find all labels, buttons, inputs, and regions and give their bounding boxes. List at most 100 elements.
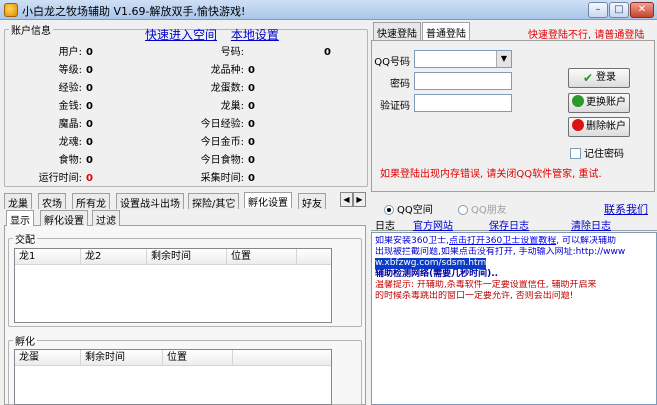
clear-log-link[interactable]: 清除日志 — [571, 217, 611, 232]
login-button-label: 登录 — [596, 72, 616, 83]
stat-label: 等级: — [58, 65, 82, 76]
mating-legend: 交配 — [15, 235, 35, 246]
tab-battle-setup[interactable]: 设置战斗出场 — [116, 193, 184, 210]
delete-account-button[interactable]: 删除帐户 — [568, 117, 630, 137]
stat-label: 龙魂: — [58, 137, 82, 148]
hatching-list-header: 龙蛋 剩余时间 位置 — [15, 350, 331, 366]
stat-label: 食物: — [58, 155, 82, 166]
radio-qzone[interactable]: QQ空间 — [384, 201, 433, 216]
tab-normal-login[interactable]: 普通登陆 — [422, 22, 470, 41]
subtab-display[interactable]: 显示 — [6, 210, 34, 227]
stat-row: 食物: 0 — [20, 151, 93, 166]
stat-row: 采集时间: 0 — [190, 169, 255, 184]
tab-quick-login[interactable]: 快速登陆 — [373, 22, 421, 40]
tab-dragon-nest[interactable]: 龙巢 — [4, 193, 32, 210]
password-label: 密码 — [390, 79, 410, 90]
stat-label: 今日经验: — [200, 119, 244, 130]
login-button[interactable]: ✔ 登录 — [568, 68, 630, 88]
save-log-link[interactable]: 保存日志 — [489, 217, 529, 232]
contact-us-link[interactable]: 联系我们 — [604, 201, 648, 217]
stat-value: 0 — [248, 173, 255, 184]
captcha-label: 验证码 — [380, 101, 410, 112]
stat-row: 今日经验: 0 — [190, 115, 255, 130]
quick-enter-space-link[interactable]: 快速进入空间 — [145, 28, 217, 42]
hatching-legend: 孵化 — [15, 337, 35, 348]
stat-label: 龙品种: — [210, 65, 244, 76]
stat-value: 0 — [248, 119, 255, 130]
log-tabs: 日志 官方网站 保存日志 清除日志 — [371, 217, 657, 232]
no-entry-icon — [572, 119, 584, 131]
radio-dot[interactable] — [384, 205, 394, 215]
stat-label: 金钱: — [58, 101, 82, 112]
chevron-down-icon[interactable]: ▼ — [496, 51, 511, 67]
mating-list[interactable]: 龙1 龙2 剩余时间 位置 — [14, 248, 332, 323]
column-dragon1[interactable]: 龙1 — [15, 249, 81, 265]
stat-value: 0 — [324, 47, 331, 58]
qq-number-select[interactable]: ▼ — [414, 50, 512, 68]
account-info-legend: 账户信息 — [11, 26, 51, 37]
check-icon: ✔ — [582, 71, 594, 85]
column-time-left[interactable]: 剩余时间 — [81, 350, 163, 366]
log-output[interactable]: 如果安装360卫士,点击打开360卫士设置教程, 可以解决辅助 出现被拦截问题,… — [371, 232, 657, 405]
delete-account-label: 删除帐户 — [586, 121, 626, 132]
login-hint: 快速登陆不行, 请普通登陆 — [528, 30, 645, 41]
maximize-button[interactable]: □ — [609, 2, 629, 18]
tab-friends[interactable]: 好友 — [298, 193, 326, 210]
column-dragon2[interactable]: 龙2 — [81, 249, 147, 265]
column-time-left[interactable]: 剩余时间 — [147, 249, 227, 265]
checkbox-box[interactable] — [570, 148, 581, 159]
stat-label: 经验: — [58, 83, 82, 94]
stat-row: 魔晶: 0 — [20, 115, 93, 130]
subtab-filter[interactable]: 过滤 — [92, 210, 120, 227]
column-position[interactable]: 位置 — [163, 350, 233, 366]
captcha-input[interactable] — [414, 94, 512, 112]
stat-value: 0 — [86, 155, 93, 166]
stat-value: 0 — [86, 101, 93, 112]
scroll-right-icon[interactable]: ▶ — [353, 192, 366, 207]
close-button[interactable]: ✕ — [630, 2, 654, 18]
radio-friend-label: QQ朋友 — [471, 205, 507, 216]
switch-account-button[interactable]: 更换账户 — [568, 93, 630, 113]
radio-qzone-label: QQ空间 — [397, 205, 433, 216]
account-links: 快速进入空间 本地设置 — [145, 26, 289, 43]
stat-row: 龙蛋数: 0 — [190, 79, 255, 94]
stat-value: 0 — [86, 65, 93, 76]
local-settings-link[interactable]: 本地设置 — [231, 28, 279, 42]
stat-label: 龙巢: — [220, 101, 244, 112]
stat-value: 0 — [248, 137, 255, 148]
password-input[interactable] — [414, 72, 512, 90]
log-label: 日志 — [375, 221, 395, 232]
column-position[interactable]: 位置 — [227, 249, 297, 265]
column-egg[interactable]: 龙蛋 — [15, 350, 81, 366]
tab-explore-other[interactable]: 探险/其它 — [188, 193, 240, 210]
remember-password-checkbox[interactable]: 记住密码 — [570, 145, 624, 160]
stat-value: 0 — [86, 119, 93, 130]
log-line: 出现被拦截问题,如果点击没有打开, 手动输入网址:http://www — [375, 247, 626, 257]
mating-list-header: 龙1 龙2 剩余时间 位置 — [15, 249, 331, 265]
title-bar: 小白龙之牧场辅助 V1.69-解放双手,愉快游戏! – □ ✕ — [0, 0, 657, 20]
tab-all-dragons[interactable]: 所有龙 — [72, 193, 110, 210]
radio-qq-friend[interactable]: QQ朋友 — [458, 201, 507, 216]
stat-label: 号码: — [220, 47, 244, 58]
log-line: 温馨提示: 开辅助,杀毒软件一定要设置信任, 辅助开启来 — [375, 280, 597, 290]
login-warning: 如果登陆出现内存错误, 请关闭QQ软件管家, 重试. — [380, 169, 602, 180]
log-line: 辅助检测网络(需要几秒时间).. — [375, 269, 499, 279]
stat-row: 运行时间: 0 — [20, 169, 93, 184]
stat-label: 龙蛋数: — [210, 83, 244, 94]
stat-row: 龙巢: 0 — [190, 97, 255, 112]
tab-hatch-settings[interactable]: 孵化设置 — [244, 192, 292, 209]
radio-dot[interactable] — [458, 205, 468, 215]
stat-value: 0 — [86, 137, 93, 148]
stat-row: 今日食物: 0 — [190, 151, 255, 166]
stat-value: 0 — [86, 83, 93, 94]
log-line: 如果安装360卫士,点击打开360卫士设置教程, 可以解决辅助 — [375, 236, 616, 246]
stat-value: 0 — [248, 83, 255, 94]
subtab-hatch-settings[interactable]: 孵化设置 — [40, 210, 88, 227]
tab-farm[interactable]: 农场 — [38, 193, 66, 210]
login-panel: QQ号码 ▼ 密码 验证码 ✔ 登录 更换账户 删除帐户 记住密码 如果登陆出现内… — [371, 40, 655, 192]
scroll-left-icon[interactable]: ◀ — [340, 192, 353, 207]
official-site-link[interactable]: 官方网站 — [413, 217, 453, 232]
hatching-list[interactable]: 龙蛋 剩余时间 位置 — [14, 349, 332, 405]
360-tutorial-link[interactable]: 点击打开360卫士设置教程 — [449, 236, 556, 246]
minimize-button[interactable]: – — [588, 2, 608, 18]
